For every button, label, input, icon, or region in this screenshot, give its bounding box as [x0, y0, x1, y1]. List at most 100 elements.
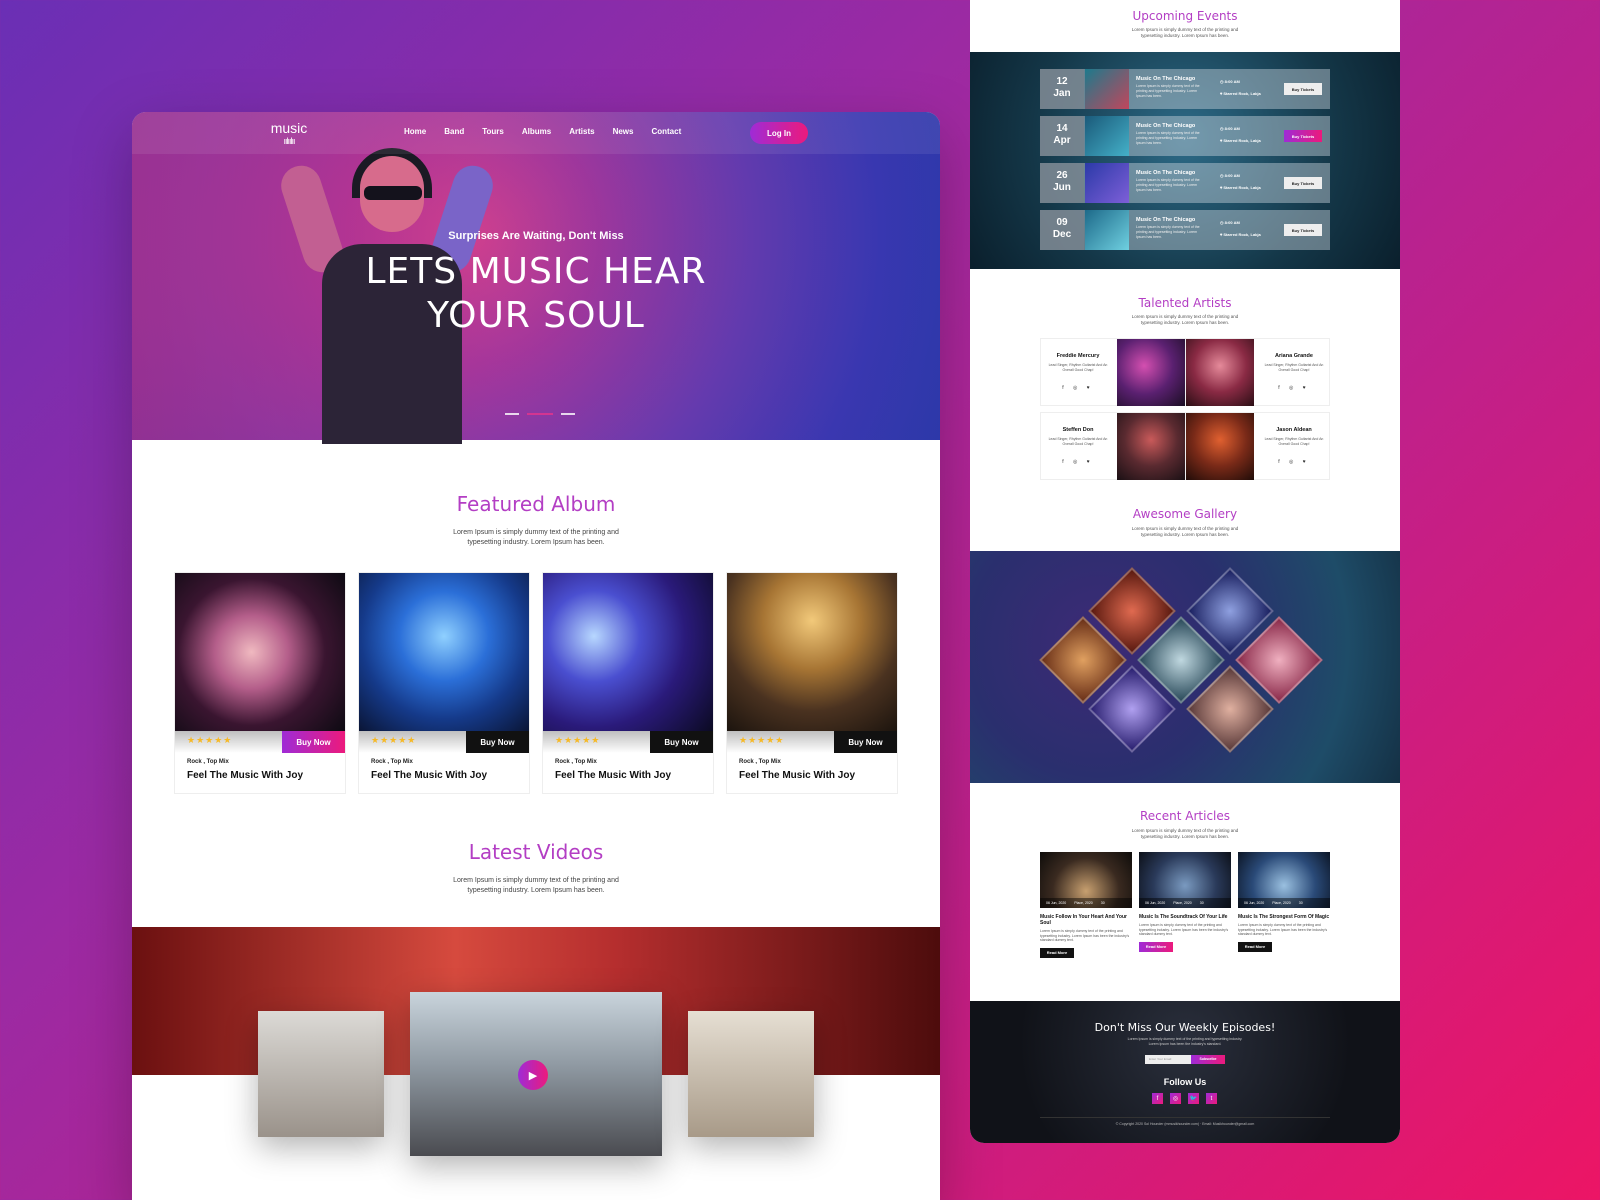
event-month: Dec [1052, 229, 1072, 240]
twitter-icon[interactable]: 🐦 [1188, 1093, 1199, 1104]
album-name[interactable]: Feel The Music With Joy [187, 770, 303, 781]
article-title[interactable]: Music Follow In Your Heart And Your Soul [1040, 914, 1132, 926]
article-image[interactable]: 06 Jun, 2020 Place, 2020 30 [1139, 852, 1231, 908]
article-date: 06 Jun, 2020 [1145, 901, 1166, 905]
hero-title: LETS MUSIC HEAR YOUR SOUL [132, 250, 940, 338]
facebook-icon[interactable]: f [1152, 1093, 1163, 1104]
video-thumbnail-main[interactable]: ▶ [410, 992, 662, 1156]
slider-dot-active[interactable] [527, 413, 553, 415]
hero-title-line1: LETS MUSIC HEAR [365, 251, 707, 292]
buy-now-button[interactable]: Buy Now [466, 731, 529, 753]
login-button[interactable]: Log In [750, 122, 808, 144]
event-month: Apr [1053, 135, 1071, 146]
artist-card[interactable]: Freddie Mercury Lead Singer, Rhythm Guit… [1040, 338, 1185, 406]
email-input[interactable]: Enter Your Email [1145, 1055, 1191, 1064]
play-icon[interactable]: ▶ [518, 1060, 548, 1090]
event-image [1085, 69, 1129, 109]
event-title: Music On The Chicago [1136, 123, 1196, 129]
read-more-button[interactable]: Read More [1139, 941, 1173, 952]
event-title: Music On The Chicago [1136, 217, 1196, 223]
artist-photo [1186, 339, 1254, 406]
footer-divider [1040, 1117, 1330, 1118]
articles-desc-line2: typesetting industry. Lorem Ipsum has be… [1140, 834, 1230, 839]
subscribe-button[interactable]: Subscribe [1191, 1055, 1225, 1064]
artist-desc: Lead Singer, Rhythm Guitarist And An Ove… [1048, 437, 1108, 446]
album-card[interactable]: ★★★★★ Buy Now Rock , Top Mix Feel The Mu… [358, 572, 530, 794]
event-location-text: Starred Rock, Lakja [1223, 138, 1261, 143]
tumblr-icon[interactable]: t [1206, 1093, 1217, 1104]
event-location: ⌖ Starred Rock, Lakja [1220, 232, 1261, 237]
article-card: 06 Jun, 2020 Place, 2020 30 Music Is The S… [1139, 852, 1231, 952]
event-row: 26 Jun Music On The Chicago Lorem Ipsum i… [1040, 163, 1330, 203]
read-more-button[interactable]: Read More [1040, 947, 1074, 958]
article-date: 06 Jun, 2020 [1046, 901, 1067, 905]
artist-card[interactable]: Jason Aldean Lead Singer, Rhythm Guitari… [1185, 412, 1330, 480]
footer-social-icons: f ◎ 🐦 t [1152, 1093, 1217, 1104]
album-name[interactable]: Feel The Music With Joy [371, 770, 487, 781]
event-desc: Lorem Ipsum is simply dummy text of the … [1136, 225, 1200, 239]
buy-now-button[interactable]: Buy Now [282, 731, 345, 753]
nav-news[interactable]: News [613, 127, 634, 136]
article-meta: 06 Jun, 2020 Place, 2020 30 [1040, 898, 1132, 908]
event-image [1085, 163, 1129, 203]
slider-dot[interactable] [505, 413, 519, 415]
nav-band[interactable]: Band [444, 127, 464, 136]
videos-desc-line2: typesetting industry. Lorem Ipsum has be… [467, 887, 605, 894]
album-name[interactable]: Feel The Music With Joy [555, 770, 671, 781]
event-day: 14 [1056, 123, 1068, 134]
hero-subtitle: Surprises Are Waiting, Don't Miss [448, 230, 624, 242]
nav-home[interactable]: Home [404, 127, 426, 136]
album-card[interactable]: ★★★★★ Buy Now Rock , Top Mix Feel The Mu… [542, 572, 714, 794]
article-title[interactable]: Music Is The Soundtrack Of Your Life [1139, 914, 1231, 920]
buy-tickets-button[interactable]: Buy Tickets [1284, 177, 1322, 189]
nav-albums[interactable]: Albums [522, 127, 551, 136]
read-more-button[interactable]: Read More [1238, 941, 1272, 952]
article-desc: Lorem Ipsum is simply dummy text of the … [1040, 929, 1130, 942]
article-date: 06 Jun, 2020 [1244, 901, 1265, 905]
artist-card[interactable]: Ariana Grande Lead Singer, Rhythm Guitar… [1185, 338, 1330, 406]
album-category: Rock , Top Mix [371, 759, 413, 765]
event-location: ⌖ Starred Rock, Lakja [1220, 138, 1261, 143]
artist-social-icons[interactable]: f ◎ ♥ [1259, 459, 1329, 465]
logo[interactable]: music ıılıılıı [270, 120, 308, 146]
album-card[interactable]: ★★★★★ Buy Now Rock , Top Mix Feel The Mu… [726, 572, 898, 794]
artist-name: Ariana Grande [1275, 353, 1313, 359]
article-image[interactable]: 06 Jun, 2020 Place, 2020 30 [1040, 852, 1132, 908]
artist-social-icons[interactable]: f ◎ ♥ [1043, 385, 1113, 391]
video-thumbnail-left[interactable] [258, 1011, 384, 1137]
album-category: Rock , Top Mix [187, 759, 229, 765]
rating-stars: ★★★★★ [371, 735, 417, 745]
artist-social-icons[interactable]: f ◎ ♥ [1259, 385, 1329, 391]
article-title[interactable]: Music Is The Strongest Form Of Magic [1238, 914, 1330, 920]
artists-desc: Lorem Ipsum is simply dummy text of the … [970, 314, 1400, 326]
album-name[interactable]: Feel The Music With Joy [739, 770, 855, 781]
article-count: 30 [1100, 901, 1105, 905]
event-row: 12 Jan Music On The Chicago Lorem Ipsum i… [1040, 69, 1330, 109]
nav-tours[interactable]: Tours [482, 127, 504, 136]
buy-tickets-button[interactable]: Buy Tickets [1284, 224, 1322, 236]
buy-tickets-button[interactable]: Buy Tickets [1284, 83, 1322, 95]
rating-stars: ★★★★★ [187, 735, 233, 745]
events-desc-line2: typesetting industry. Lorem Ipsum has be… [1140, 33, 1230, 38]
artists-desc-line2: typesetting industry. Lorem Ipsum has be… [1140, 320, 1230, 325]
nav-contact[interactable]: Contact [651, 127, 681, 136]
event-row: 09 Dec Music On The Chicago Lorem Ipsum i… [1040, 210, 1330, 250]
buy-now-button[interactable]: Buy Now [650, 731, 713, 753]
event-time: ◷ 8:00 AM [1220, 220, 1240, 225]
artist-photo [1186, 413, 1254, 480]
artist-photo [1117, 339, 1185, 406]
artist-card[interactable]: Steffen Don Lead Singer, Rhythm Guitaris… [1040, 412, 1185, 480]
article-image[interactable]: 06 Jun, 2020 Place, 2020 30 [1238, 852, 1330, 908]
instagram-icon[interactable]: ◎ [1170, 1093, 1181, 1104]
event-location-text: Starred Rock, Lakja [1223, 232, 1261, 237]
album-card[interactable]: ★★★★★ Buy Now Rock , Top Mix Feel The Mu… [174, 572, 346, 794]
artist-social-icons[interactable]: f ◎ ♥ [1043, 459, 1113, 465]
event-date: 26 Jun [1040, 163, 1084, 203]
event-time-text: 8:00 AM [1224, 173, 1240, 178]
hero-title-line2: YOUR SOUL [427, 295, 645, 336]
buy-now-button[interactable]: Buy Now [834, 731, 897, 753]
slider-dot[interactable] [561, 413, 575, 415]
buy-tickets-button[interactable]: Buy Tickets [1284, 130, 1322, 142]
nav-artists[interactable]: Artists [569, 127, 594, 136]
video-thumbnail-right[interactable] [688, 1011, 814, 1137]
